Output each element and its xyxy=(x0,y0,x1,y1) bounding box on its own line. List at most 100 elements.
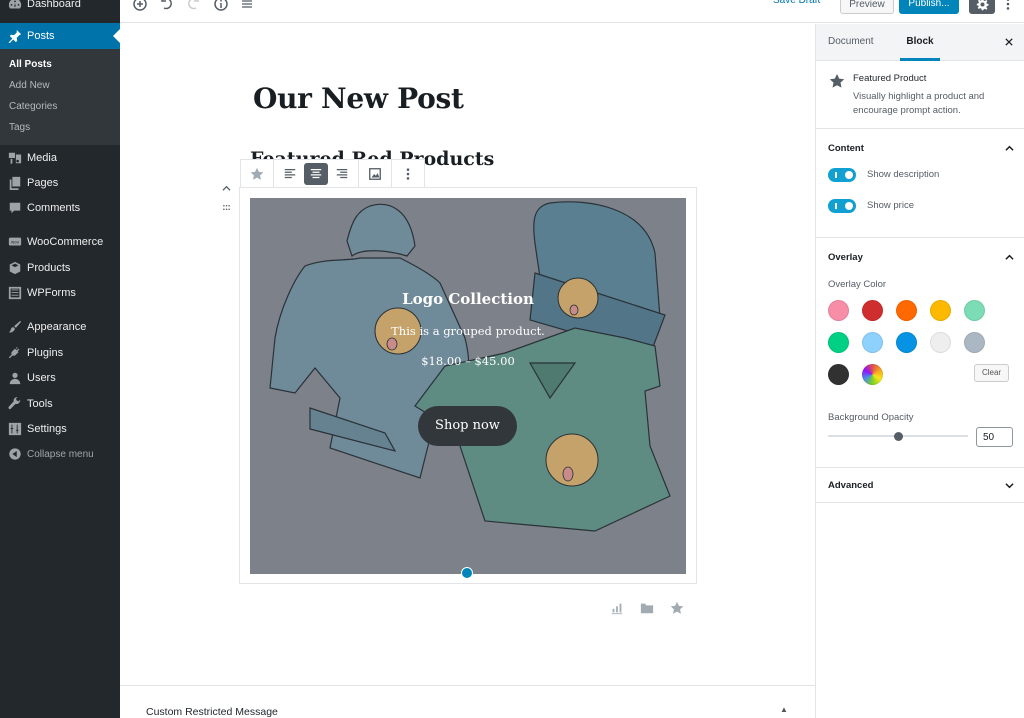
featured-product-block[interactable]: Logo Collection This is a grouped produc… xyxy=(239,187,697,584)
resize-handle[interactable] xyxy=(461,567,473,579)
collapse-icon xyxy=(0,447,27,461)
submenu-add-new[interactable]: Add New xyxy=(9,80,50,91)
color-swatch[interactable] xyxy=(964,332,985,353)
color-swatch[interactable] xyxy=(862,300,883,321)
menu-item-dashboard[interactable]: Dashboard xyxy=(0,0,120,17)
menu-item-wpforms[interactable]: WPForms xyxy=(0,280,120,306)
advanced-panel-title[interactable]: Advanced xyxy=(828,480,873,491)
posts-submenu: All Posts Add New Categories Tags xyxy=(0,49,120,145)
sidebar-tabs: Document Block xyxy=(816,24,1024,61)
opacity-slider[interactable] xyxy=(828,431,968,441)
chevron-up-icon xyxy=(221,185,231,191)
menu-item-pages[interactable]: Pages xyxy=(0,170,120,196)
menu-item-posts[interactable]: Posts xyxy=(0,23,120,49)
color-swatch[interactable] xyxy=(828,332,849,353)
redo-button[interactable] xyxy=(183,0,203,13)
color-swatch[interactable] xyxy=(930,300,951,321)
add-block-button[interactable] xyxy=(130,0,150,13)
product-overlay-content: Logo Collection This is a grouped produc… xyxy=(250,198,686,574)
tab-document[interactable]: Document xyxy=(828,24,874,61)
featured-product-image: Logo Collection This is a grouped produc… xyxy=(250,198,686,574)
star-icon xyxy=(250,167,264,180)
clear-color-button[interactable]: Clear xyxy=(974,364,1009,382)
menu-item-appearance[interactable]: Appearance xyxy=(0,314,120,340)
color-swatch[interactable] xyxy=(828,364,849,385)
color-swatch[interactable] xyxy=(828,300,849,321)
submenu-all-posts[interactable]: All Posts xyxy=(9,59,52,70)
close-icon xyxy=(1005,38,1013,46)
color-swatch[interactable] xyxy=(930,332,951,353)
drag-handle[interactable] xyxy=(220,201,232,213)
show-price-label: Show price xyxy=(867,200,914,211)
overlay-panel-title[interactable]: Overlay xyxy=(828,252,863,263)
custom-color-picker[interactable] xyxy=(862,364,883,385)
metabox-toggle-icon[interactable]: ▲ xyxy=(780,705,788,714)
align-center-button[interactable] xyxy=(304,162,328,185)
menu-item-tools[interactable]: Tools xyxy=(0,391,120,417)
block-switcher-group xyxy=(241,160,274,187)
product-title: Logo Collection xyxy=(402,290,534,308)
save-draft-button[interactable]: Save Draft xyxy=(773,0,820,6)
menu-item-products[interactable]: Products xyxy=(0,255,120,281)
info-button[interactable] xyxy=(211,0,231,13)
content-panel-title[interactable]: Content xyxy=(828,143,864,154)
move-block-up-button[interactable] xyxy=(220,182,232,194)
insert-featured-block-button[interactable] xyxy=(668,599,685,616)
content-panel: Content Show description Show price xyxy=(816,129,1024,238)
settings-toggle-button[interactable] xyxy=(969,0,995,14)
opacity-input[interactable] xyxy=(976,427,1013,447)
block-navigation-button[interactable] xyxy=(237,0,257,13)
tab-block[interactable]: Block xyxy=(900,24,940,61)
post-title[interactable]: Our New Post xyxy=(253,82,464,115)
align-right-button[interactable] xyxy=(330,163,354,185)
menu-item-settings[interactable]: Settings xyxy=(0,416,120,442)
media-group xyxy=(359,160,392,187)
show-price-toggle[interactable] xyxy=(828,199,856,213)
align-left-button[interactable] xyxy=(278,163,302,185)
publish-button[interactable]: Publish... xyxy=(899,0,959,14)
shop-now-button[interactable]: Shop now xyxy=(418,406,517,446)
insert-chart-block-button[interactable] xyxy=(608,599,625,616)
collapse-menu-button[interactable]: Collapse menu xyxy=(0,441,120,467)
menu-item-woocommerce[interactable]: woo WooCommerce xyxy=(0,229,120,255)
plug-icon xyxy=(0,346,27,360)
color-swatch[interactable] xyxy=(862,332,883,353)
block-card: Featured Product Visually highlight a pr… xyxy=(816,61,1024,129)
redo-icon xyxy=(188,0,199,10)
comment-icon xyxy=(0,201,27,215)
menu-item-media[interactable]: Media xyxy=(0,145,120,171)
submenu-categories[interactable]: Categories xyxy=(9,101,57,112)
folder-icon xyxy=(640,603,653,613)
color-swatch[interactable] xyxy=(896,332,917,353)
menu-item-users[interactable]: Users xyxy=(0,365,120,391)
wordpress-editor: Dashboard Posts All Posts Add New Catego… xyxy=(0,0,1024,718)
opacity-slider-thumb[interactable] xyxy=(893,431,903,441)
chevron-down-icon xyxy=(1004,482,1014,488)
color-swatch[interactable] xyxy=(964,300,985,321)
content-panel-toggle[interactable] xyxy=(1002,142,1016,154)
undo-button[interactable] xyxy=(157,0,177,13)
bar-chart-icon xyxy=(611,603,622,614)
settings-sidebar: Document Block Featured Product Visually… xyxy=(815,24,1024,718)
star-icon xyxy=(670,601,683,614)
block-suggestions xyxy=(608,599,685,616)
overlay-panel-toggle[interactable] xyxy=(1002,251,1016,263)
insert-category-block-button[interactable] xyxy=(638,599,655,616)
show-description-toggle[interactable] xyxy=(828,168,856,182)
block-more-options-button[interactable] xyxy=(396,163,420,185)
block-type-button[interactable] xyxy=(245,163,269,185)
menu-item-comments[interactable]: Comments xyxy=(0,195,120,221)
overlay-panel: Overlay Overlay Color Clear Background O… xyxy=(816,238,1024,468)
show-description-label: Show description xyxy=(867,169,940,180)
menu-item-plugins[interactable]: Plugins xyxy=(0,340,120,366)
close-sidebar-button[interactable] xyxy=(1002,35,1016,49)
info-icon xyxy=(214,0,228,11)
image-icon xyxy=(369,167,381,180)
submenu-tags[interactable]: Tags xyxy=(9,122,30,133)
edit-image-button[interactable] xyxy=(363,163,387,185)
color-swatch[interactable] xyxy=(896,300,917,321)
preview-button[interactable]: Preview xyxy=(840,0,894,14)
advanced-panel-toggle[interactable] xyxy=(1002,479,1016,491)
editor-header: Save Draft Preview Publish... xyxy=(120,0,1024,23)
more-menu-button[interactable] xyxy=(1002,0,1014,13)
